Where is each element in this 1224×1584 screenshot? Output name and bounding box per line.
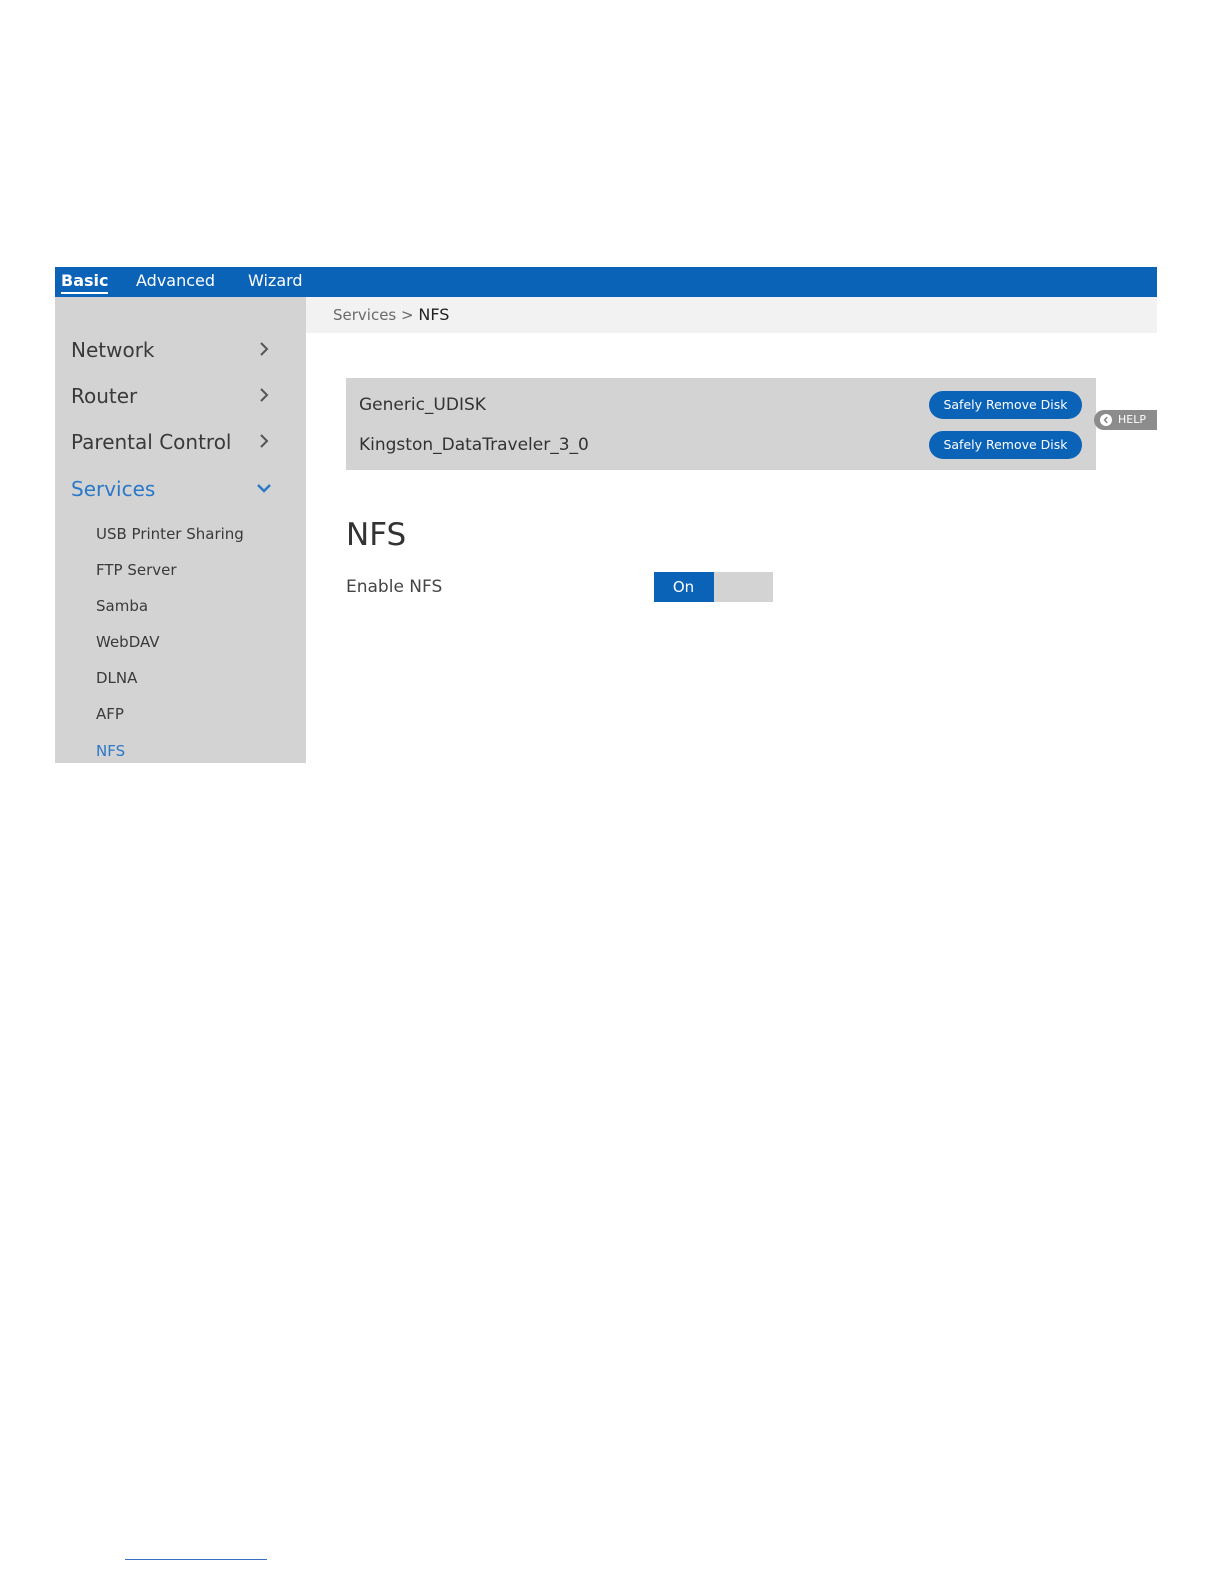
disk-row: Generic_UDISK Safely Remove Disk [346,386,1096,422]
router-admin-screenshot: Basic Advanced Wizard Network Router Par… [55,267,1157,763]
sidebar: Network Router Parental Control Services [55,297,306,763]
sidebar-item-router[interactable]: Router [71,381,291,411]
chevron-right-icon [260,342,269,356]
safely-remove-disk-button[interactable]: Safely Remove Disk [929,431,1082,459]
disk-name: Generic_UDISK [359,395,486,415]
disk-name: Kingston_DataTraveler_3_0 [359,435,589,455]
chevron-right-icon [260,388,269,402]
chevron-left-circle-icon [1100,414,1112,426]
sidebar-item-parental-control[interactable]: Parental Control [71,427,291,457]
sidebar-subitem-ftp-server[interactable]: FTP Server [96,560,177,580]
sidebar-item-label: Router [71,384,138,408]
sidebar-subitem-afp[interactable]: AFP [96,704,124,724]
breadcrumb-current: NFS [418,305,450,324]
sidebar-subitem-usb-printer-sharing[interactable]: USB Printer Sharing [96,524,244,544]
toggle-state-label: On [672,578,695,596]
breadcrumb: Services > NFS [306,297,1157,333]
disk-list-panel: Generic_UDISK Safely Remove Disk Kingsto… [346,378,1096,470]
sidebar-subitem-webdav[interactable]: WebDAV [96,632,160,652]
enable-nfs-label: Enable NFS [346,577,443,597]
sidebar-item-label: Network [71,338,155,362]
sidebar-item-network[interactable]: Network [71,335,291,365]
tab-wizard[interactable]: Wizard [248,271,303,291]
footer-divider [125,1559,267,1560]
sidebar-item-label: Parental Control [71,430,232,454]
breadcrumb-parent[interactable]: Services [333,306,396,324]
help-label: HELP [1118,413,1146,426]
chevron-right-icon [260,434,269,448]
page: Basic Advanced Wizard Network Router Par… [0,0,1224,1584]
sidebar-subitem-dlna[interactable]: DLNA [96,668,137,688]
help-tab[interactable]: HELP [1094,410,1157,430]
tab-advanced[interactable]: Advanced [136,271,215,291]
sidebar-subitem-samba[interactable]: Samba [96,596,148,616]
safely-remove-disk-button[interactable]: Safely Remove Disk [929,391,1082,419]
enable-nfs-toggle[interactable]: On [654,572,773,602]
tab-basic[interactable]: Basic [61,271,109,294]
top-nav-bar: Basic Advanced Wizard [55,267,1157,297]
chevron-down-icon [257,484,271,493]
section-title: NFS [346,517,407,553]
breadcrumb-separator: > [396,306,419,324]
sidebar-item-services[interactable]: Services [71,474,291,504]
sidebar-item-label: Services [71,477,156,501]
sidebar-subitem-nfs[interactable]: NFS [96,741,125,761]
disk-row: Kingston_DataTraveler_3_0 Safely Remove … [346,426,1096,462]
